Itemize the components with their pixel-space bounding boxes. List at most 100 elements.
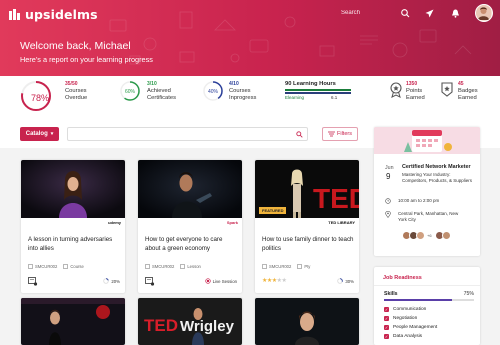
job-readiness-title: Job Readiness xyxy=(383,275,422,281)
attendee-avatar xyxy=(441,231,451,240)
skills-label: Skills xyxy=(384,291,398,297)
header-search-label[interactable]: Search xyxy=(341,10,360,16)
code-icon xyxy=(262,264,267,269)
inprogress-count: 4/10 xyxy=(229,81,239,87)
logo-icon xyxy=(9,9,20,20)
course-meta: SMCUR002 Course xyxy=(28,264,84,269)
provider-brand: TED LIBRARY xyxy=(328,220,355,225)
certificates-label-2: Certificates xyxy=(147,95,176,101)
skill-item[interactable]: ✓ Data Analysis xyxy=(384,334,422,339)
location-pin-icon xyxy=(385,211,391,218)
svg-text:Wrigley: Wrigley xyxy=(180,318,235,335)
skill-label: Negotiation xyxy=(393,316,418,321)
document-icon[interactable] xyxy=(28,277,38,286)
skill-item[interactable]: ✓ Negotiation xyxy=(384,316,417,321)
search-icon[interactable] xyxy=(400,8,411,19)
certificates-label-1: Achieved xyxy=(147,88,171,94)
event-location-row: Central Park, Manhattan, New York City xyxy=(385,211,460,223)
course-type: Course xyxy=(70,264,84,269)
certificates-count: 3/10 xyxy=(147,81,157,87)
course-type: Lesson xyxy=(187,264,201,269)
bell-icon[interactable] xyxy=(450,8,461,19)
course-title[interactable]: A lesson in turning adversaries into all… xyxy=(28,236,120,253)
event-day: 9 xyxy=(386,172,391,181)
live-session-status: Live Session xyxy=(204,278,237,284)
check-icon: ✓ xyxy=(384,334,389,339)
upcoming-event-card[interactable]: Jun 9 Certified Network Marketer Masteri… xyxy=(374,127,480,256)
send-icon[interactable] xyxy=(424,8,435,19)
course-progress-label: 30% xyxy=(345,278,354,284)
check-icon: ✓ xyxy=(384,307,389,312)
featured-badge: FEATURED xyxy=(259,207,287,214)
overdue-percent: 78% xyxy=(31,93,50,103)
course-footer: Live Session xyxy=(145,277,237,287)
badges-label-2: Earned xyxy=(458,95,477,101)
badge-icon xyxy=(441,82,453,97)
skill-label: Data Analysis xyxy=(393,334,423,339)
course-card-thumbnail[interactable]: TED Wrigley xyxy=(138,298,242,345)
filters-label: Filters xyxy=(337,131,352,137)
course-title[interactable]: How to use family dinner to teach politi… xyxy=(262,236,354,253)
progress-ring xyxy=(103,278,110,284)
event-month: Jun xyxy=(385,165,394,171)
course-card-thumbnail[interactable] xyxy=(255,298,359,345)
event-attendees[interactable]: +6 xyxy=(402,231,451,240)
inprogress-label-2: Inprogress xyxy=(229,95,257,101)
points-label-2: Earned xyxy=(406,95,425,101)
job-readiness-card: Job Readiness Skills 75% ✓ Communication… xyxy=(374,267,480,345)
skills-percent: 75% xyxy=(463,291,474,297)
skill-label: People Management xyxy=(393,325,438,330)
course-card-thumbnail[interactable] xyxy=(21,298,125,345)
event-description: Mastering Your Industry: Competitors, Pr… xyxy=(402,172,473,183)
event-time: 10:00 am to 2:00 pm xyxy=(398,198,440,203)
course-meta: SMCUR002 Pty xyxy=(262,264,310,269)
course-progress: 20% xyxy=(103,278,120,284)
live-session-label: Live Session xyxy=(212,278,237,284)
catalog-dropdown-button[interactable]: Catalog ▾ xyxy=(20,127,59,141)
rating-stars-icon: ★★★★★ xyxy=(262,278,287,284)
provider-brand: Spark xyxy=(226,220,238,225)
inprogress-label-1: Courses xyxy=(229,88,251,94)
chevron-down-icon: ▾ xyxy=(50,131,54,137)
check-icon: ✓ xyxy=(384,316,389,321)
course-card[interactable]: Spark How to get everyone to care about … xyxy=(138,160,242,293)
course-type: Pty xyxy=(304,264,311,269)
skills-progress-bar xyxy=(384,299,474,301)
overdue-label-2: Overdue xyxy=(65,95,88,101)
course-type-icon xyxy=(297,264,303,269)
attendee-avatar xyxy=(416,231,425,240)
learning-hours-title: 90 Learning Hours xyxy=(285,81,336,87)
course-code: SMCUR002 xyxy=(269,264,292,269)
event-title[interactable]: Certified Network Marketer xyxy=(402,164,471,170)
catalog-search-input[interactable] xyxy=(67,127,308,141)
event-location: Central Park, Manhattan, New York City xyxy=(398,211,459,222)
course-thumbnail xyxy=(138,160,242,218)
event-time-row: 10:00 am to 2:00 pm xyxy=(385,198,439,204)
user-avatar[interactable] xyxy=(475,4,493,22)
skill-item[interactable]: ✓ People Management xyxy=(384,325,437,330)
course-thumbnail: TED FEATURED xyxy=(255,160,359,218)
filters-button[interactable]: Filters xyxy=(322,127,358,141)
learning-hours-bar xyxy=(285,89,351,91)
svg-text:TED: TED xyxy=(144,316,178,335)
brand-logo[interactable]: upsidelms xyxy=(8,7,98,22)
course-progress-label: 20% xyxy=(111,278,120,284)
welcome-subtitle: Here’s a report on your learning progres… xyxy=(20,55,153,64)
course-title[interactable]: How to get everyone to care about a gree… xyxy=(145,236,237,253)
search-icon[interactable] xyxy=(296,131,303,138)
avatar-portrait-icon xyxy=(476,5,491,20)
learning-hours-bar-secondary xyxy=(285,92,351,94)
course-footer: ★★★★★ 30% xyxy=(262,277,354,287)
code-icon xyxy=(145,264,150,269)
course-card[interactable]: udemy A lesson in turning adversaries in… xyxy=(21,160,125,293)
course-card[interactable]: TED FEATURED TED LIBRARY How to use fami… xyxy=(255,160,359,293)
skill-item[interactable]: ✓ Communication xyxy=(384,307,426,312)
overdue-label-1: Courses xyxy=(65,88,87,94)
document-icon[interactable] xyxy=(145,277,155,286)
header-banner: upsidelms Search Welcome back, Michael H… xyxy=(0,0,500,76)
points-label-1: Points xyxy=(406,88,423,94)
course-code: SMCUR002 xyxy=(152,264,175,269)
points-value: 1350 xyxy=(406,81,418,87)
attendee-more-count: +6 xyxy=(427,233,432,238)
clock-icon xyxy=(385,198,391,204)
